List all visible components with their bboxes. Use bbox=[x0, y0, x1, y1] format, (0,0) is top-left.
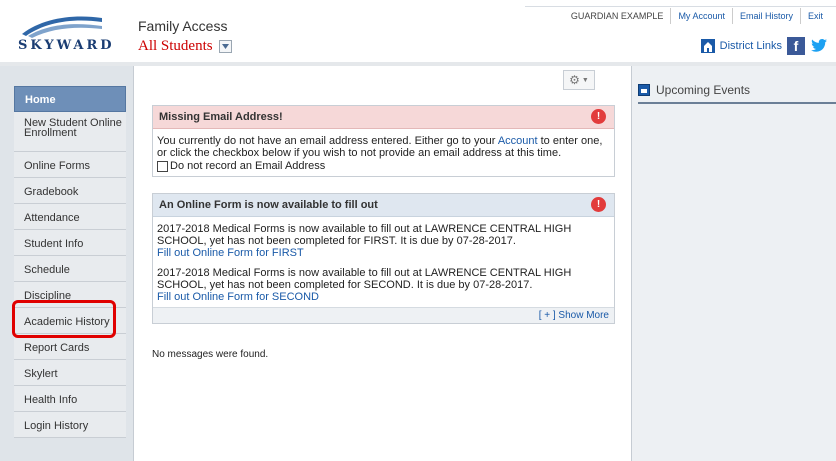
main-content: ⚙ ▼ Missing Email Address! ! You current… bbox=[135, 66, 630, 461]
student-selector[interactable]: All Students bbox=[138, 38, 232, 55]
fill-out-form-second-link[interactable]: Fill out Online Form for SECOND bbox=[157, 291, 610, 303]
sidebar-item-health-info[interactable]: Health Info bbox=[14, 386, 126, 412]
app-title: Family Access bbox=[138, 18, 228, 34]
online-form-panel: An Online Form is now available to fill … bbox=[152, 193, 615, 324]
form-description: 2017-2018 Medical Forms is now available… bbox=[157, 267, 572, 291]
district-links-link[interactable]: District Links bbox=[720, 40, 782, 52]
student-info-highlight bbox=[12, 300, 116, 338]
missing-email-body: You currently do not have an email addre… bbox=[153, 129, 614, 176]
sidebar-item-home[interactable]: Home bbox=[14, 86, 126, 112]
sidebar-item-online-forms[interactable]: Online Forms bbox=[14, 152, 126, 178]
alert-icon: ! bbox=[591, 197, 606, 212]
account-link[interactable]: Account bbox=[498, 135, 538, 147]
form-item: 2017-2018 Medical Forms is now available… bbox=[157, 223, 610, 259]
sidebar-item-login-history[interactable]: Login History bbox=[14, 412, 126, 438]
header: SKYWARD Family Access All Students GUARD… bbox=[0, 0, 836, 66]
district-icon[interactable] bbox=[700, 39, 715, 53]
calendar-icon bbox=[638, 84, 650, 96]
sidebar-item-attendance[interactable]: Attendance bbox=[14, 204, 126, 230]
form-item: 2017-2018 Medical Forms is now available… bbox=[157, 267, 610, 303]
alert-icon: ! bbox=[591, 109, 606, 124]
online-form-header: An Online Form is now available to fill … bbox=[153, 194, 614, 217]
chevron-down-icon: ▼ bbox=[581, 76, 589, 84]
sidebar-nav: Home New Student Online Enrollment Onlin… bbox=[14, 86, 126, 438]
twitter-icon[interactable] bbox=[810, 38, 828, 54]
online-form-title: An Online Form is now available to fill … bbox=[159, 199, 378, 211]
no-messages-text: No messages were found. bbox=[152, 349, 269, 360]
logo-swoosh-icon bbox=[22, 16, 102, 38]
header-divider bbox=[525, 6, 836, 7]
no-email-checkbox[interactable] bbox=[157, 160, 168, 172]
email-history-link[interactable]: Email History bbox=[731, 8, 800, 24]
upcoming-events-column: Upcoming Events bbox=[631, 66, 836, 461]
missing-email-text-1: You currently do not have an email addre… bbox=[157, 135, 498, 147]
district-links-bar: District Links f bbox=[700, 37, 828, 55]
show-more-link[interactable]: [ + ] Show More bbox=[153, 307, 614, 323]
exit-link[interactable]: Exit bbox=[799, 8, 830, 24]
sidebar-item-schedule[interactable]: Schedule bbox=[14, 256, 126, 282]
no-email-checkbox-label[interactable]: Do not record an Email Address bbox=[170, 160, 325, 172]
logo-wordmark: SKYWARD bbox=[18, 38, 115, 53]
missing-email-title: Missing Email Address! bbox=[159, 111, 283, 123]
student-selector-label: All Students bbox=[138, 38, 213, 54]
sidebar-item-student-info[interactable]: Student Info bbox=[14, 230, 126, 256]
settings-button[interactable]: ⚙ ▼ bbox=[563, 70, 595, 90]
top-links: GUARDIAN EXAMPLE My Account Email Histor… bbox=[564, 8, 830, 24]
fill-out-form-first-link[interactable]: Fill out Online Form for FIRST bbox=[157, 247, 610, 259]
sidebar-item-skylert[interactable]: Skylert bbox=[14, 360, 126, 386]
online-form-body: 2017-2018 Medical Forms is now available… bbox=[153, 217, 614, 307]
form-description: 2017-2018 Medical Forms is now available… bbox=[157, 223, 572, 247]
missing-email-header: Missing Email Address! ! bbox=[153, 106, 614, 129]
upcoming-events-title: Upcoming Events bbox=[656, 83, 751, 97]
my-account-link[interactable]: My Account bbox=[670, 8, 732, 24]
gear-icon: ⚙ bbox=[569, 73, 580, 87]
sidebar-item-gradebook[interactable]: Gradebook bbox=[14, 178, 126, 204]
chevron-down-icon[interactable] bbox=[218, 40, 232, 53]
missing-email-panel: Missing Email Address! ! You currently d… bbox=[152, 105, 615, 177]
user-name: GUARDIAN EXAMPLE bbox=[570, 11, 664, 21]
facebook-icon[interactable]: f bbox=[787, 37, 805, 55]
skyward-logo: SKYWARD bbox=[18, 12, 112, 53]
no-email-checkbox-row[interactable]: Do not record an Email Address bbox=[157, 160, 610, 172]
sidebar-item-new-student-online-enrollment[interactable]: New Student Online Enrollment bbox=[14, 112, 126, 152]
sidebar: Home New Student Online Enrollment Onlin… bbox=[0, 66, 134, 461]
upcoming-events-header[interactable]: Upcoming Events bbox=[638, 78, 836, 104]
